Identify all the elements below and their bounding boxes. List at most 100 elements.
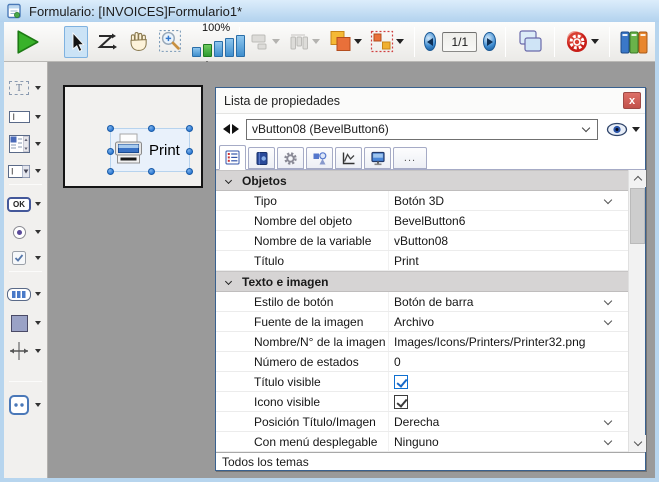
resize-handle-sw[interactable] xyxy=(107,168,114,175)
section-header-texto-e-imagen[interactable]: Texto e imagen xyxy=(216,271,628,292)
property-value[interactable]: Ninguno xyxy=(394,435,439,449)
property-value[interactable]: vButton08 xyxy=(394,234,448,248)
panel-titlebar[interactable]: Lista de propiedades x xyxy=(216,88,645,114)
selected-print-button[interactable]: Print xyxy=(107,125,193,175)
dropdown-arrow-icon[interactable] xyxy=(35,230,41,234)
view-options-button[interactable] xyxy=(606,122,640,137)
object-selector-combo[interactable]: vButton08 (BevelButton6) xyxy=(246,118,598,140)
dropdown-arrow-icon[interactable] xyxy=(35,86,41,90)
dropdown-arrow-icon[interactable] xyxy=(35,169,41,173)
property-row-tipo[interactable]: Tipo Botón 3D xyxy=(216,191,628,211)
checkbox-tool[interactable] xyxy=(4,246,48,270)
zoom-tool-button[interactable] xyxy=(157,26,184,58)
property-value[interactable]: 0 xyxy=(394,355,401,369)
window-titlebar[interactable]: Formulario: [INVOICES]Formulario1* xyxy=(0,0,659,22)
property-row-estilo-de-boton[interactable]: Estilo de botón Botón de barra xyxy=(216,292,628,312)
zoom-bar-5[interactable] xyxy=(236,34,245,57)
rectangle-tool[interactable] xyxy=(4,311,48,335)
hand-tool-button[interactable] xyxy=(126,26,151,58)
tab-settings-gear[interactable] xyxy=(277,147,304,169)
tab-events-book[interactable] xyxy=(248,147,275,169)
text-tool[interactable]: T xyxy=(4,76,48,100)
scrollbar-thumb[interactable] xyxy=(630,188,645,244)
scroll-up-button[interactable] xyxy=(629,170,646,187)
property-value[interactable]: BevelButton6 xyxy=(394,214,465,228)
property-row-icono-visible[interactable]: Icono visible xyxy=(216,392,628,412)
close-panel-button[interactable]: x xyxy=(623,92,641,109)
property-row-titulo[interactable]: Título Print xyxy=(216,251,628,271)
tab-coordinates-chart[interactable] xyxy=(335,147,362,169)
section-header-objetos[interactable]: Objetos xyxy=(216,170,628,191)
property-row-con-menu-desplegable[interactable]: Con menú desplegable Ninguno xyxy=(216,432,628,452)
move-level-button[interactable] xyxy=(327,26,363,58)
property-value[interactable]: Botón 3D xyxy=(394,194,444,208)
property-value[interactable]: Botón de barra xyxy=(394,295,473,309)
dropdown-chevron-icon[interactable] xyxy=(603,296,613,306)
entry-order-tool-button[interactable] xyxy=(94,26,120,58)
tab-shapes[interactable] xyxy=(306,147,333,169)
property-row-nombre-del-objeto[interactable]: Nombre del objeto BevelButton6 xyxy=(216,211,628,231)
property-row-titulo-visible[interactable]: Título visible xyxy=(216,372,628,392)
button-tool[interactable]: OK xyxy=(4,192,48,216)
run-form-button[interactable] xyxy=(14,26,42,58)
dropdown-arrow-icon[interactable] xyxy=(35,115,41,119)
settings-button[interactable] xyxy=(564,26,600,58)
dropdown-chevron-icon[interactable] xyxy=(603,316,613,326)
property-row-nombre-imagen[interactable]: Nombre/N° de la imagen Images/Icons/Prin… xyxy=(216,332,628,352)
resize-handle-ne[interactable] xyxy=(186,125,193,132)
selection-tool-button[interactable] xyxy=(64,25,88,58)
resize-handle-se[interactable] xyxy=(186,168,193,175)
form-canvas[interactable]: Print xyxy=(63,85,203,188)
zoom-bar-current[interactable] xyxy=(203,43,212,57)
zoom-bar-4[interactable] xyxy=(225,37,234,57)
dropdown-arrow-icon[interactable] xyxy=(35,349,41,353)
checkbox-checked[interactable] xyxy=(394,395,408,409)
property-row-numero-de-estados[interactable]: Número de estados 0 xyxy=(216,352,628,372)
tab-property-list[interactable] xyxy=(219,145,246,170)
combobox-tool[interactable]: I xyxy=(4,159,48,183)
dropdown-arrow-icon[interactable] xyxy=(35,256,41,260)
property-value[interactable]: Print xyxy=(394,254,419,268)
property-row-fuente-de-la-imagen[interactable]: Fuente de la imagen Archivo xyxy=(216,312,628,332)
resize-handle-w[interactable] xyxy=(107,148,114,155)
tab-display-monitor[interactable] xyxy=(364,147,391,169)
next-object-icon[interactable] xyxy=(232,124,239,134)
plugin-area-tool[interactable] xyxy=(4,393,48,417)
property-value[interactable]: Archivo xyxy=(394,315,434,329)
tab-overflow[interactable]: ... xyxy=(393,147,427,169)
property-row-posicion-titulo-imagen[interactable]: Posición Título/Imagen Derecha xyxy=(216,412,628,432)
dropdown-arrow-icon[interactable] xyxy=(35,142,41,146)
button-grid-tool[interactable] xyxy=(4,282,48,306)
zoom-level-widget[interactable]: 100% xyxy=(190,22,245,65)
dropdown-arrow-icon[interactable] xyxy=(35,321,41,325)
form-views-button[interactable] xyxy=(515,26,545,58)
dropdown-arrow-icon[interactable] xyxy=(35,292,41,296)
property-value[interactable]: Derecha xyxy=(394,415,439,429)
radio-button-tool[interactable] xyxy=(4,220,48,244)
listbox-tool[interactable] xyxy=(4,132,48,156)
group-objects-button[interactable] xyxy=(369,26,405,58)
dropdown-chevron-icon[interactable] xyxy=(603,195,613,205)
panel-scrollbar[interactable] xyxy=(628,170,646,452)
dropdown-arrow-icon[interactable] xyxy=(35,202,41,206)
resize-handle-e[interactable] xyxy=(186,148,193,155)
splitter-tool[interactable] xyxy=(4,339,48,363)
zoom-bar-3[interactable] xyxy=(214,40,223,57)
input-tool[interactable]: I xyxy=(4,105,48,129)
next-page-button[interactable] xyxy=(483,32,496,51)
zoom-bars[interactable] xyxy=(192,34,245,57)
explorer-button[interactable] xyxy=(619,26,649,58)
zoom-bar-1[interactable] xyxy=(192,46,201,57)
dropdown-chevron-icon[interactable] xyxy=(603,436,613,446)
scroll-down-button[interactable] xyxy=(629,435,646,452)
property-row-nombre-de-la-variable[interactable]: Nombre de la variable vButton08 xyxy=(216,231,628,251)
checkbox-checked-focused[interactable] xyxy=(394,375,408,389)
property-value[interactable]: Images/Icons/Printers/Printer32.png xyxy=(394,335,585,349)
previous-page-button[interactable] xyxy=(423,32,437,51)
resize-handle-s[interactable] xyxy=(148,168,155,175)
resize-handle-n[interactable] xyxy=(148,125,155,132)
previous-object-icon[interactable] xyxy=(223,124,230,134)
dropdown-chevron-icon[interactable] xyxy=(603,416,613,426)
dropdown-arrow-icon[interactable] xyxy=(35,403,41,407)
resize-handle-nw[interactable] xyxy=(107,125,114,132)
